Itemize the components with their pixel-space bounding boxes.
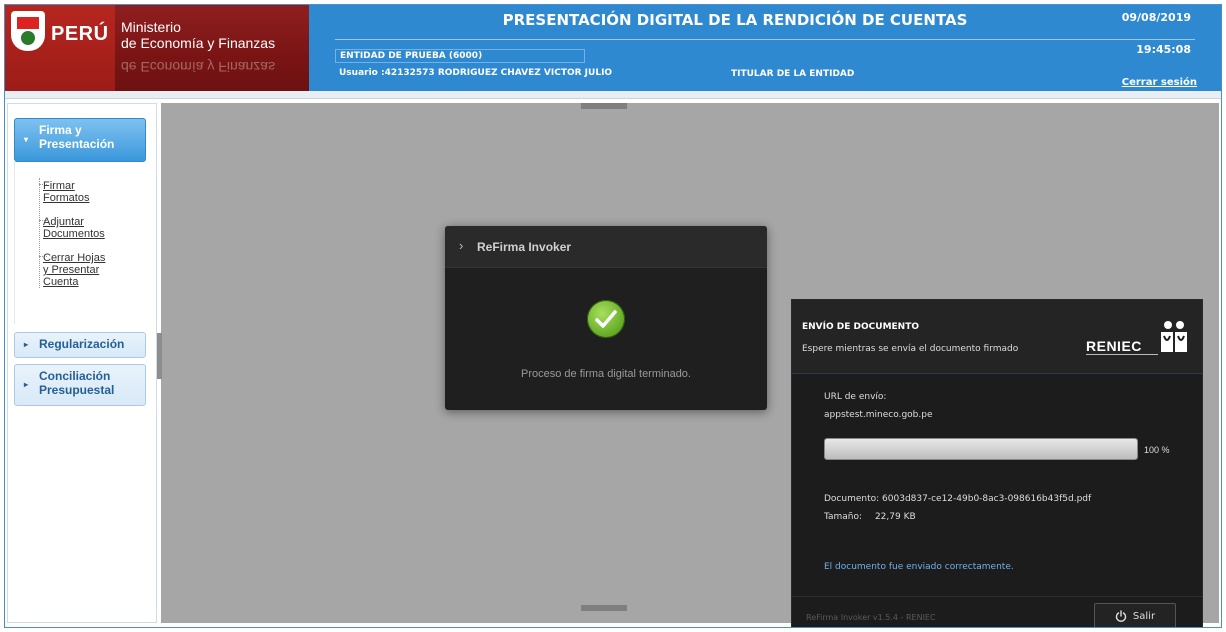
peru-shield-icon [11,11,45,51]
reniec-footer: ReFirma Invoker v1.5.4 - RENIEC Salir [792,596,1202,627]
ministry-line1: Ministerio [121,19,181,35]
reniec-logo-underline [1086,354,1158,355]
version-label: ReFirma Invoker v1.5.4 - RENIEC [806,613,936,622]
app-window: PERÚ Ministerio de Economía y Finanzas d… [4,4,1222,628]
reniec-title: ENVÍO DE DOCUMENTO [802,322,919,332]
firma-subpanel: Firmar Formatos Adjuntar Documentos Cerr… [14,160,146,324]
url-value: appstest.mineco.gob.pe [824,410,933,420]
reniec-subtitle: Espere mientras se envía el documento fi… [802,344,1019,354]
user-role: TITULAR DE LA ENTIDAD [731,69,855,79]
splitter-handle[interactable] [581,103,627,109]
size-value: 22,79 KB [874,512,916,522]
progress-percent: 100 % [1144,445,1170,455]
header: PERÚ Ministerio de Economía y Finanzas d… [5,5,1221,91]
peru-wordmark: PERÚ [51,23,109,45]
ministry-reflection: de Economía y Finanzas [121,59,276,75]
ministry-line2: de Economía y Finanzas [121,35,276,51]
logout-link[interactable]: Cerrar sesión [1122,77,1197,88]
chevron-right-icon: › [459,238,464,253]
sidebar: ▾ Firma y Presentación Firmar Formatos A… [7,103,157,623]
tree-line [39,178,40,288]
header-separator [5,91,1221,99]
caret-down-icon: ▾ [24,135,29,144]
reniec-panel: ENVÍO DE DOCUMENTO Espere mientras se en… [791,299,1203,627]
reniec-logo-icon: RENIEC [1086,320,1190,358]
section-label: Firma y Presentación [39,123,115,151]
ministry-logo: PERÚ Ministerio de Economía y Finanzas d… [5,5,309,91]
dialog-message: Proceso de firma digital terminado. [521,368,691,380]
section-conciliacion[interactable]: ▸ Conciliación Presupuestal [14,364,146,406]
url-label: URL de envío: [824,392,887,402]
document-label: Documento: [824,494,880,504]
section-regularizacion[interactable]: ▸ Regularización [14,332,146,358]
ministry-name: Ministerio de Economía y Finanzas [121,19,275,51]
reniec-figures-icon [1161,321,1187,352]
check-circle-icon [587,300,625,338]
size-label: Tamaño: [824,512,863,522]
entity-field: ENTIDAD DE PRUEBA (6000) [335,49,585,63]
peru-brand: PERÚ [5,5,115,91]
sidebar-item-adjuntar-documentos[interactable]: Adjuntar Documentos [43,216,113,240]
dialog-header: › ReFirma Invoker [445,226,767,268]
sidebar-item-cerrar-hojas[interactable]: Cerrar Hojas y Presentar Cuenta [43,252,107,288]
success-message: El documento fue enviado correctamente. [824,562,1014,572]
caret-right-icon: ▸ [24,340,29,349]
exit-label: Salir [1132,610,1156,622]
page-title: PRESENTACIÓN DIGITAL DE LA RENDICIÓN DE … [502,11,968,29]
refirma-dialog: › ReFirma Invoker Proceso de firma digit… [445,226,767,410]
splitter-handle[interactable] [581,605,627,611]
header-date: 09/08/2019 [1121,11,1191,24]
sidebar-splitter-handle[interactable] [157,333,162,379]
reniec-header: ENVÍO DE DOCUMENTO Espere mientras se en… [792,300,1202,374]
sidebar-item-firmar-formatos[interactable]: Firmar Formatos [43,180,103,204]
caret-right-icon: ▸ [24,380,29,389]
section-label: Conciliación Presupuestal [39,369,115,397]
power-icon [1115,610,1127,622]
header-divider [335,39,1195,40]
exit-button[interactable]: Salir [1094,603,1176,627]
upload-progress-bar [824,438,1138,460]
document-value: 6003d837-ce12-49b0-8ac3-098616b43f5d.pdf [882,494,1092,504]
reniec-logo-text: RENIEC [1086,338,1142,354]
section-label: Regularización [39,337,125,351]
section-firma-presentacion[interactable]: ▾ Firma y Presentación [14,118,146,162]
dialog-title: ReFirma Invoker [477,240,572,254]
user-info: Usuario :42132573 RODRIGUEZ CHAVEZ VICTO… [339,68,613,78]
document-row: Documento: 6003d837-ce12-49b0-8ac3-09861… [824,494,1091,504]
size-row: Tamaño: 22,79 KB [824,512,916,522]
header-time: 19:45:08 [1136,43,1191,56]
progress-fill [825,439,1137,459]
